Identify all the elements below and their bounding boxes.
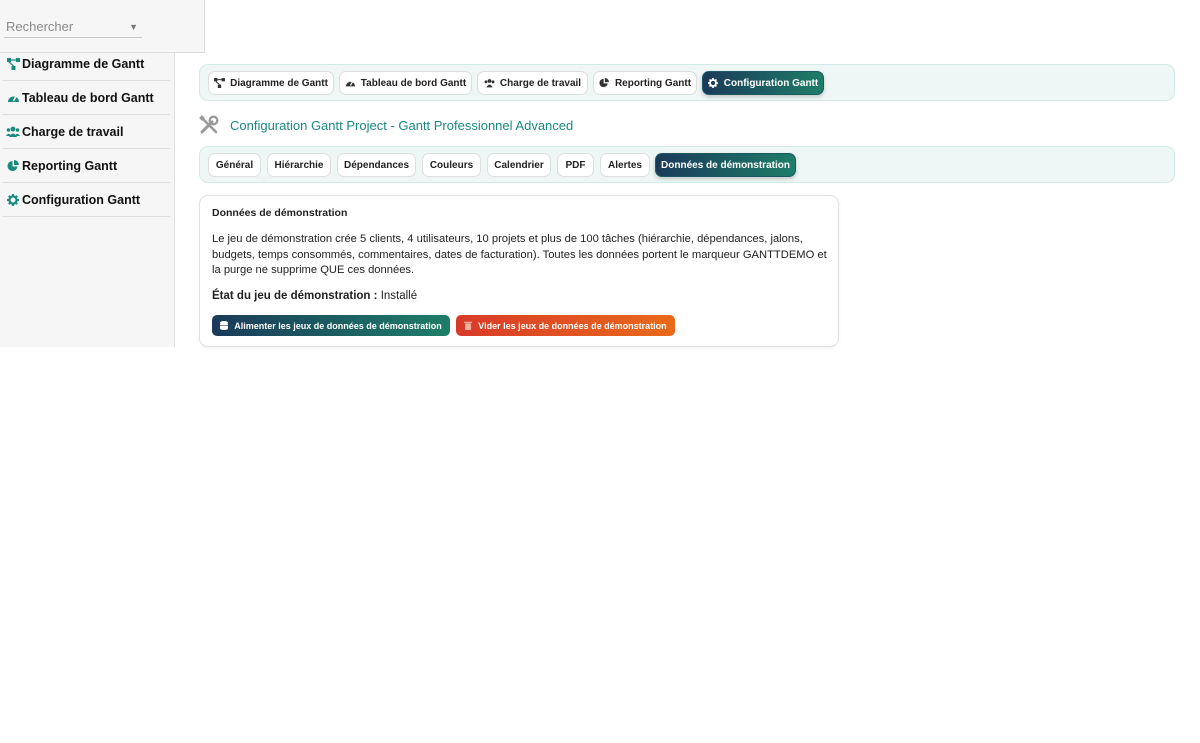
- tab-label: Diagramme de Gantt: [230, 77, 328, 89]
- diagram-icon: [6, 57, 20, 71]
- search-panel: Rechercher ▼: [0, 0, 205, 53]
- tab-label: Tableau de bord Gantt: [360, 77, 467, 89]
- pie-chart-icon: [599, 78, 610, 89]
- sidebar-item-configuration[interactable]: Configuration Gantt: [2, 183, 170, 217]
- sidebar-item-tableau[interactable]: Tableau de bord Gantt: [2, 81, 170, 115]
- page-heading: Configuration Gantt Project - Gantt Prof…: [199, 113, 573, 137]
- tab-label: PDF: [565, 159, 586, 171]
- tab-calendrier[interactable]: Calendrier: [487, 153, 551, 177]
- sidebar-item-charge[interactable]: Charge de travail: [2, 115, 170, 149]
- diagram-icon: [214, 78, 226, 89]
- tab-label: Dépendances: [343, 159, 410, 171]
- sidebar-menu: Diagramme de Gantt Tableau de bord Gantt…: [2, 47, 170, 217]
- tab-general[interactable]: Général: [208, 153, 261, 177]
- caret-down-icon[interactable]: ▼: [129, 16, 138, 38]
- status-value: Installé: [380, 290, 418, 302]
- tab-pdf[interactable]: PDF: [557, 153, 594, 177]
- tab-label: Général: [215, 159, 254, 171]
- page-title: Configuration Gantt Project - Gantt Prof…: [230, 117, 574, 133]
- sidebar-item-label: Tableau de bord Gantt: [22, 90, 154, 105]
- tab-label: Calendrier: [494, 159, 544, 171]
- users-icon: [6, 125, 20, 139]
- tab-dependances[interactable]: Dépendances: [337, 153, 416, 177]
- tab-charge[interactable]: Charge de travail: [477, 71, 588, 95]
- gear-icon: [707, 78, 719, 89]
- search-input[interactable]: Rechercher ▼: [4, 16, 142, 38]
- tab-reporting[interactable]: Reporting Gantt: [593, 71, 697, 95]
- tab-label: Alertes: [608, 159, 642, 171]
- tab-hierarchie[interactable]: Hiérarchie: [267, 153, 331, 177]
- status-label: État du jeu de démonstration :: [212, 290, 378, 302]
- config-tabbar: Général Hiérarchie Dépendances Couleurs …: [199, 146, 1175, 183]
- users-icon: [484, 78, 495, 89]
- tab-configuration[interactable]: Configuration Gantt: [702, 71, 824, 95]
- tab-diagramme[interactable]: Diagramme de Gantt: [208, 71, 334, 95]
- sidebar-item-label: Charge de travail: [22, 124, 124, 139]
- demo-status: État du jeu de démonstration : Installé: [212, 290, 417, 302]
- trash-icon: [464, 321, 473, 330]
- feed-button-label: Alimenter les jeux de données de démonst…: [234, 320, 442, 331]
- tab-label: Hiérarchie: [274, 159, 324, 171]
- gauge-icon: [345, 78, 356, 89]
- sidebar-item-label: Reporting Gantt: [22, 158, 118, 173]
- sidebar-item-reporting[interactable]: Reporting Gantt: [2, 149, 170, 183]
- tab-alertes[interactable]: Alertes: [600, 153, 650, 177]
- tab-label: Charge de travail: [499, 77, 582, 89]
- purge-demo-button[interactable]: Vider les jeux de données de démonstrati…: [456, 315, 675, 336]
- tools-icon: [199, 115, 219, 135]
- database-icon: [220, 321, 229, 330]
- feed-demo-button[interactable]: Alimenter les jeux de données de démonst…: [212, 315, 450, 336]
- sidebar-item-label: Configuration Gantt: [22, 192, 141, 207]
- pie-chart-icon: [6, 159, 20, 173]
- search-placeholder: Rechercher: [6, 19, 74, 34]
- tab-label: Reporting Gantt: [614, 77, 692, 89]
- demo-description: Le jeu de démonstration crée 5 clients, …: [212, 233, 827, 276]
- sidebar-item-label: Diagramme de Gantt: [22, 56, 145, 71]
- tab-label: Données de démonstration: [661, 159, 790, 171]
- tab-label: Configuration Gantt: [723, 77, 819, 89]
- card-title: Données de démonstration: [212, 207, 348, 219]
- gauge-icon: [6, 91, 20, 105]
- tab-tableau[interactable]: Tableau de bord Gantt: [339, 71, 472, 95]
- tab-donnees-demonstration[interactable]: Données de démonstration: [655, 153, 796, 177]
- tab-couleurs[interactable]: Couleurs: [422, 153, 481, 177]
- gear-icon: [6, 193, 20, 207]
- tab-label: Couleurs: [429, 159, 474, 171]
- purge-button-label: Vider les jeux de données de démonstrati…: [478, 320, 667, 331]
- module-tabbar: Diagramme de Gantt Tableau de bord Gantt…: [199, 64, 1175, 101]
- demo-data-card: Données de démonstration Le jeu de démon…: [199, 195, 839, 347]
